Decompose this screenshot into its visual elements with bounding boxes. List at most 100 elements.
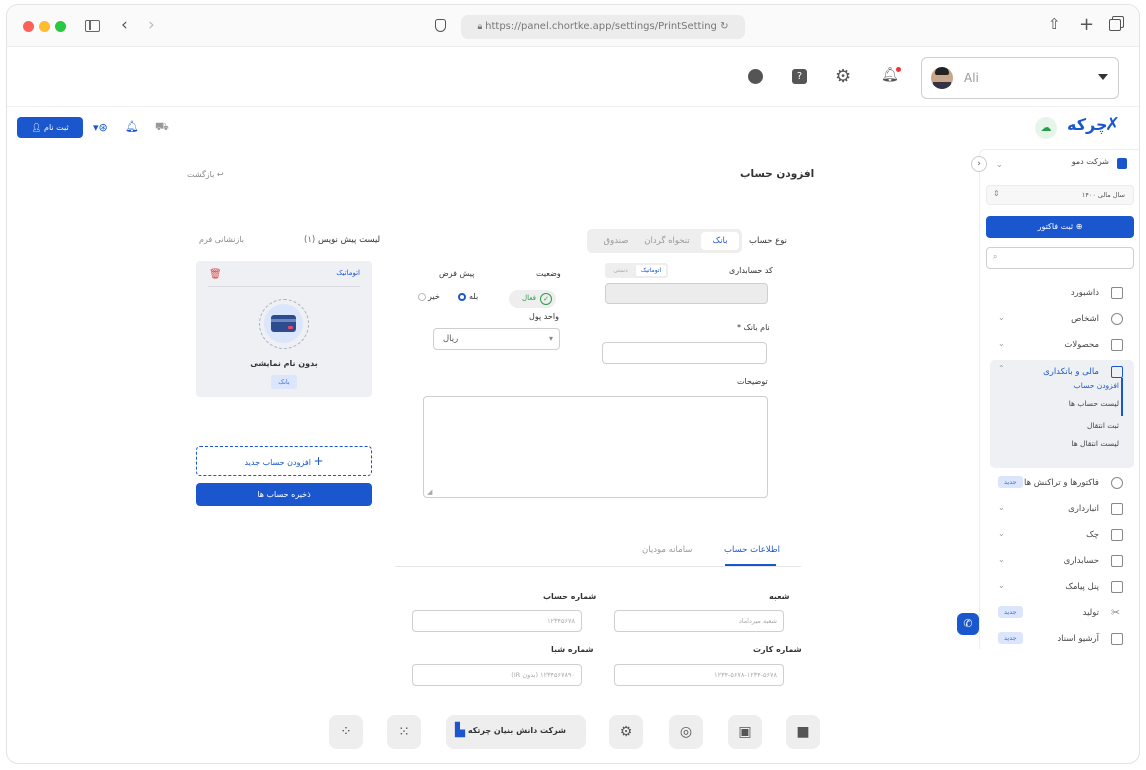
dock-briefcase-icon[interactable]: ▣ <box>728 715 762 749</box>
sidebar-item-finance[interactable]: مالی و بانکداری <box>919 359 1099 385</box>
draft-card[interactable]: اتوماتیک 🗑︎ بدون نام نمایشی بانک <box>196 261 372 397</box>
tabs-divider <box>395 566 801 567</box>
sidebar-item-products[interactable]: محصولات <box>919 332 1099 358</box>
card-number-input[interactable]: ۱۲۳۴-۵۶۷۸-۱۲۳۴-۵۶۷۸ <box>614 664 784 686</box>
notification-bell-icon[interactable]: 🔔︎ <box>881 67 901 83</box>
tab-tax-system[interactable]: سامانه مودیان <box>642 545 692 555</box>
default-no-radio[interactable] <box>418 293 426 301</box>
app-bell-icon[interactable]: 🔔︎ <box>125 120 139 133</box>
drafts-count: (۱) <box>304 235 316 245</box>
sidebar-item-warehouse[interactable]: انبارداری <box>919 496 1099 522</box>
sheba-input[interactable]: ۱۲۳۴۵۶۷۸۹۰ (بدون IR) <box>412 664 582 686</box>
minimize-window-button[interactable] <box>39 21 50 32</box>
sidebar-item-dashboard[interactable]: داشبورد <box>919 280 1099 306</box>
dock-dots-icon[interactable]: ⁙ <box>387 715 421 749</box>
code-mode-auto[interactable]: اتوماتیک <box>636 265 666 276</box>
cloud-sync-icon[interactable]: ☁︎ <box>1035 117 1057 139</box>
back-link[interactable]: ↩ بازگشت <box>187 170 224 179</box>
sidebar-item-sms[interactable]: پنل پیامک <box>919 574 1099 600</box>
tab-cashbox[interactable]: صندوق <box>594 232 638 250</box>
sidebar-item-accounting[interactable]: حسابداری <box>919 548 1099 574</box>
resize-handle-icon[interactable]: ◢ <box>427 488 432 496</box>
tab-petty-cash[interactable]: تنخواه گردان <box>640 232 694 250</box>
draft-card-type-badge: بانک <box>271 375 297 389</box>
branch-input[interactable]: شعبه میرداماد <box>614 610 784 632</box>
top-user-bar: ? ⚙ 🔔︎ Ali <box>7 47 1139 107</box>
sidebar-item-label: فاکتورها و تراکنش ها <box>1024 478 1099 488</box>
phone-support-icon[interactable]: ✆ <box>957 613 979 635</box>
code-mode-manual[interactable]: دستی <box>607 265 634 276</box>
new-invoice-label: ثبت فاکتور <box>1037 222 1074 231</box>
sidebar: › شرکت دمو ⌄ سال مالی ۱۴۰۰ ⇕ ⊕ ثبت فاکتو… <box>971 149 1139 649</box>
shield-icon[interactable] <box>435 19 446 32</box>
sidebar-toggle-icon[interactable] <box>85 20 100 32</box>
company-chevron-icon[interactable]: ⌄ <box>996 160 1003 169</box>
submenu-add-account[interactable]: افزودن حساب <box>1074 381 1119 390</box>
fiscal-year-select[interactable]: سال مالی ۱۴۰۰ ⇕ <box>986 185 1134 205</box>
account-number-placeholder: ۱۲۳۴۵۶۷۸ <box>547 617 575 625</box>
currency-switch-icon[interactable]: ▾⊛ <box>93 121 108 134</box>
account-number-input[interactable]: ۱۲۳۴۵۶۷۸ <box>412 610 582 632</box>
save-accounts-button[interactable]: ذخیره حساب ها <box>196 483 372 506</box>
reset-form-link[interactable]: بازنشانی فرم <box>199 235 244 244</box>
dock-robot-icon[interactable]: ⚙ <box>609 715 643 749</box>
default-yes-radio[interactable] <box>458 293 466 301</box>
currency-select[interactable]: ریال ▾ <box>433 328 560 350</box>
dock-steering-wheel-icon[interactable]: ◎ <box>669 715 703 749</box>
tab-account-info[interactable]: اطلاعات حساب <box>724 545 780 555</box>
back-nav-icon[interactable]: ‹ <box>121 17 128 34</box>
sidebar-item-people[interactable]: اشخاص <box>919 306 1099 332</box>
submenu-account-list[interactable]: لیست حساب ها <box>1069 399 1119 408</box>
help-icon[interactable]: ? <box>792 69 807 84</box>
lock-icon: 🔒︎ <box>477 22 486 32</box>
car-icon[interactable]: ⛟ <box>155 120 169 135</box>
collapse-sidebar-chevron-icon[interactable]: › <box>971 156 987 172</box>
forward-nav-icon[interactable]: › <box>148 17 155 34</box>
accounting-code-input[interactable] <box>605 283 768 304</box>
sms-icon <box>1111 581 1123 593</box>
trash-icon[interactable]: 🗑︎ <box>209 269 222 280</box>
bank-name-label: نام بانک * <box>737 323 770 332</box>
user-dropdown[interactable]: Ali <box>921 57 1119 99</box>
register-button[interactable]: ثبت نام 👤︎ <box>17 117 83 138</box>
check-icon: ✓ <box>540 293 552 305</box>
search-icon[interactable] <box>748 69 763 84</box>
new-tab-icon[interactable]: + <box>1079 16 1094 34</box>
add-new-account-button[interactable]: + افزودن حساب جدید <box>196 446 372 476</box>
bank-name-input[interactable] <box>602 342 767 364</box>
submenu-transfer-list[interactable]: لیست انتقال ها <box>1071 439 1119 448</box>
close-window-button[interactable] <box>23 21 34 32</box>
sidebar-item-label: داشبورد <box>1070 288 1099 298</box>
sidebar-item-label: اشخاص <box>1071 314 1099 324</box>
account-type-label: نوع حساب <box>749 236 787 246</box>
dock-document-icon[interactable]: ■ <box>786 715 820 749</box>
settings-gear-icon[interactable]: ⚙ <box>835 66 851 87</box>
dock-company-button[interactable]: شرکت دانش بنیان چرتکه ▙ <box>446 715 586 749</box>
account-type-tabs: بانک تنخواه گردان صندوق <box>587 229 742 253</box>
tabs-overview-icon[interactable] <box>1109 19 1121 31</box>
people-icon <box>1111 313 1123 325</box>
tab-bank[interactable]: بانک <box>701 232 739 250</box>
share-icon[interactable]: ⇧ <box>1048 17 1061 32</box>
sidebar-item-cheque[interactable]: چک <box>919 522 1099 548</box>
chevron-down-icon: ⌄ <box>998 339 1005 348</box>
sidebar-item-label: تولید <box>1082 608 1099 618</box>
maximize-window-button[interactable] <box>55 21 66 32</box>
submenu-register-transfer[interactable]: ثبت انتقال <box>1087 421 1119 430</box>
status-toggle[interactable]: ✓ فعال <box>509 290 556 308</box>
company-name[interactable]: شرکت دمو <box>1072 157 1109 166</box>
sheba-label: شماره شبا <box>551 645 594 654</box>
plus-icon: + <box>313 454 324 468</box>
card-image-circle <box>264 304 303 343</box>
reload-icon[interactable]: ↻ <box>720 21 728 32</box>
dock-apps-icon[interactable]: ⁘ <box>329 715 363 749</box>
description-label: توضیحات <box>737 377 768 386</box>
address-bar[interactable]: 🔒︎ https://panel.chortke.app/settings/Pr… <box>461 15 745 39</box>
card-number-placeholder: ۱۲۳۴-۵۶۷۸-۱۲۳۴-۵۶۷۸ <box>714 671 777 679</box>
updown-icon: ⇕ <box>993 189 1000 198</box>
new-badge: جدید <box>998 606 1023 618</box>
description-textarea[interactable]: ◢ <box>423 396 768 498</box>
sidebar-search-input[interactable]: ⌕ <box>986 247 1134 269</box>
divider <box>208 286 360 287</box>
new-invoice-button[interactable]: ⊕ ثبت فاکتور <box>986 216 1134 238</box>
